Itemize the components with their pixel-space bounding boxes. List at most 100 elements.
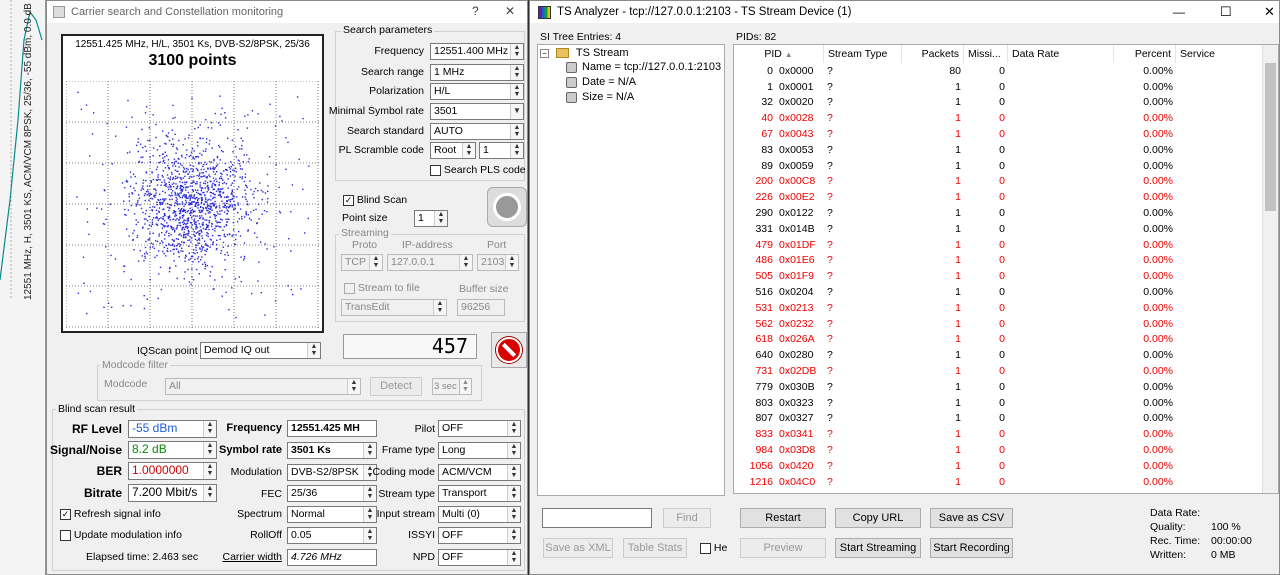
spin-icon[interactable]: ▲ ▼	[203, 485, 216, 501]
tree-root[interactable]: − TS Stream	[540, 47, 629, 59]
blind-scan-checkbox[interactable]: ✓ Blind Scan	[343, 194, 407, 206]
file-input[interactable]: TransEdit ▲ ▼	[341, 299, 447, 316]
min-symbol-rate-select[interactable]: 3501 ▼	[430, 103, 524, 120]
table-row[interactable]: 290 0x0122? 1 0 0.00%	[734, 205, 1264, 221]
table-row[interactable]: 479 0x01DF? 1 0 0.00%	[734, 237, 1264, 253]
search-pls-checkbox[interactable]: Search PLS code	[430, 164, 526, 176]
col-data-rate[interactable]: Data Rate	[1008, 45, 1114, 63]
port-input[interactable]: 2103 ▲ ▼	[477, 254, 519, 271]
table-row[interactable]: 779 0x030B? 1 0 0.00%	[734, 379, 1264, 395]
input-stream-value[interactable]: Multi (0) ▲ ▼	[438, 506, 521, 523]
spin-icon[interactable]: ▲ ▼	[369, 255, 382, 270]
close-icon[interactable]: ✕	[505, 4, 515, 18]
spin-icon[interactable]: ▲ ▼	[507, 465, 520, 480]
table-row[interactable]: 618 0x026A? 1 0 0.00%	[734, 332, 1264, 348]
iqscan-input[interactable]: Demod IQ out ▲ ▼	[200, 342, 321, 359]
vertical-scrollbar[interactable]	[1262, 45, 1278, 493]
carrier-width-label[interactable]: Carrier width	[222, 551, 282, 563]
scroll-thumb[interactable]	[1265, 63, 1276, 211]
hex-checkbox[interactable]: He	[700, 542, 727, 554]
table-row[interactable]: 1056 0x0420? 1 0 0.00%	[734, 458, 1264, 474]
table-row[interactable]: 505 0x01F9? 1 0 0.00%	[734, 268, 1264, 284]
start-streaming-button[interactable]: Start Streaming	[835, 538, 921, 558]
table-row[interactable]: 32 0x0020? 1 0 0.00%	[734, 95, 1264, 111]
frequency-input[interactable]: 12551.400 MHz ▲ ▼	[430, 43, 524, 60]
spin-icon[interactable]: ▲ ▼	[510, 44, 523, 59]
start-recording-button[interactable]: Start Recording	[930, 538, 1013, 558]
spin-icon[interactable]: ▲ ▼	[507, 486, 520, 501]
checkbox-icon[interactable]	[430, 164, 441, 176]
table-row[interactable]: 562 0x0232? 1 0 0.00%	[734, 316, 1264, 332]
spectrum-value[interactable]: Normal ▲ ▼	[287, 506, 377, 523]
spin-icon[interactable]: ▲ ▼	[510, 143, 523, 158]
table-row[interactable]: 807 0x0327? 1 0 0.00%	[734, 411, 1264, 427]
col-percent[interactable]: Percent	[1114, 45, 1176, 63]
spin-icon[interactable]: ▲ ▼	[459, 255, 472, 270]
save-as-csv-button[interactable]: Save as CSV	[930, 508, 1013, 528]
stop-button[interactable]	[491, 332, 527, 368]
table-row[interactable]: 803 0x0323? 1 0 0.00%	[734, 395, 1264, 411]
col-packets[interactable]: Packets	[902, 45, 964, 63]
col-pid[interactable]: PID ▲	[734, 45, 824, 63]
search-range-input[interactable]: 1 MHz ▲ ▼	[430, 64, 524, 81]
table-row[interactable]: 1 0x0001? 1 0 0.00%	[734, 79, 1264, 95]
spin-icon[interactable]: ▲ ▼	[434, 211, 447, 226]
checkbox-icon[interactable]	[60, 529, 71, 541]
tree-item[interactable]: Date = N/A	[566, 76, 636, 88]
ip-input[interactable]: 127.0.0.1 ▲ ▼	[387, 254, 473, 271]
spin-icon[interactable]: ▲ ▼	[433, 300, 446, 315]
spin-icon[interactable]: ▲ ▼	[363, 528, 376, 543]
spin-icon[interactable]: ▲ ▼	[203, 463, 216, 479]
chevron-down-icon[interactable]: ▼	[510, 104, 523, 119]
copy-url-button[interactable]: Copy URL	[835, 508, 921, 528]
spin-icon[interactable]: ▲ ▼	[507, 443, 520, 458]
spin-icon[interactable]: ▲ ▼	[507, 528, 520, 543]
spin-icon[interactable]: ▲ ▼	[203, 442, 216, 458]
table-row[interactable]: 83 0x0053? 1 0 0.00%	[734, 142, 1264, 158]
table-row[interactable]: 200 0x00C8? 1 0 0.00%	[734, 174, 1264, 190]
table-row[interactable]: 833 0x0341? 1 0 0.00%	[734, 426, 1264, 442]
spin-icon[interactable]: ▲ ▼	[505, 255, 518, 270]
spin-icon[interactable]: ▲ ▼	[507, 550, 520, 565]
maximize-icon[interactable]: ☐	[1220, 4, 1232, 20]
save-as-xml-button[interactable]: Save as XML	[543, 538, 613, 558]
minimize-icon[interactable]: —	[1173, 5, 1185, 19]
checkbox-icon[interactable]: ✓	[60, 508, 71, 520]
table-row[interactable]: 67 0x0043? 1 0 0.00%	[734, 126, 1264, 142]
table-row[interactable]: 486 0x01E6? 1 0 0.00%	[734, 253, 1264, 269]
close-icon[interactable]: ✕	[1264, 4, 1275, 20]
help-button[interactable]: ?	[472, 4, 479, 18]
proto-input[interactable]: TCP ▲ ▼	[341, 254, 383, 271]
detect-seconds-input[interactable]: 3 sec	[432, 378, 460, 395]
tree-item[interactable]: Name = tcp://127.0.0.1:2103	[566, 61, 721, 73]
col-stream-type[interactable]: Stream Type	[824, 45, 902, 63]
col-service[interactable]: Service	[1176, 45, 1264, 63]
spin-icon[interactable]: ▲ ▼	[363, 486, 376, 501]
col-missing[interactable]: Missi...	[964, 45, 1008, 63]
table-row[interactable]: 331 0x014B? 1 0 0.00%	[734, 221, 1264, 237]
pl-mode-input[interactable]: Root ▲ ▼	[430, 142, 476, 159]
spin-icon[interactable]: ▲ ▼	[347, 379, 360, 394]
table-row[interactable]: 1216 0x04C0? 1 0 0.00%	[734, 474, 1264, 490]
table-row[interactable]: 0 0x0000? 80 0 0.00%	[734, 63, 1264, 79]
checkbox-icon[interactable]	[700, 542, 711, 554]
satellite-dish-icon[interactable]	[487, 187, 527, 227]
table-row[interactable]: 516 0x0204? 1 0 0.00%	[734, 284, 1264, 300]
modcode-input[interactable]: All ▲ ▼	[165, 378, 361, 395]
detect-button[interactable]: Detect	[370, 377, 422, 396]
find-input[interactable]	[542, 508, 652, 528]
spin-icon[interactable]: ▲ ▼	[510, 84, 523, 99]
pl-code-input[interactable]: 1 ▲ ▼	[479, 142, 524, 159]
update-modulation-checkbox[interactable]: Update modulation info	[60, 529, 182, 541]
table-row[interactable]: 531 0x0213? 1 0 0.00%	[734, 300, 1264, 316]
spin-icon[interactable]: ▲ ▼	[363, 507, 376, 522]
spin-icon[interactable]: ▲ ▼	[460, 378, 472, 395]
spin-icon[interactable]: ▲ ▼	[307, 343, 320, 358]
spin-icon[interactable]: ▲ ▼	[510, 124, 523, 139]
stream-to-file-checkbox[interactable]: Stream to file	[344, 282, 420, 294]
spin-icon[interactable]: ▲ ▼	[203, 421, 216, 437]
find-button[interactable]: Find	[663, 508, 711, 528]
tree-item[interactable]: Size = N/A	[566, 91, 634, 103]
spin-icon[interactable]: ▲ ▼	[363, 443, 376, 458]
table-row[interactable]: 40 0x0028? 1 0 0.00%	[734, 110, 1264, 126]
